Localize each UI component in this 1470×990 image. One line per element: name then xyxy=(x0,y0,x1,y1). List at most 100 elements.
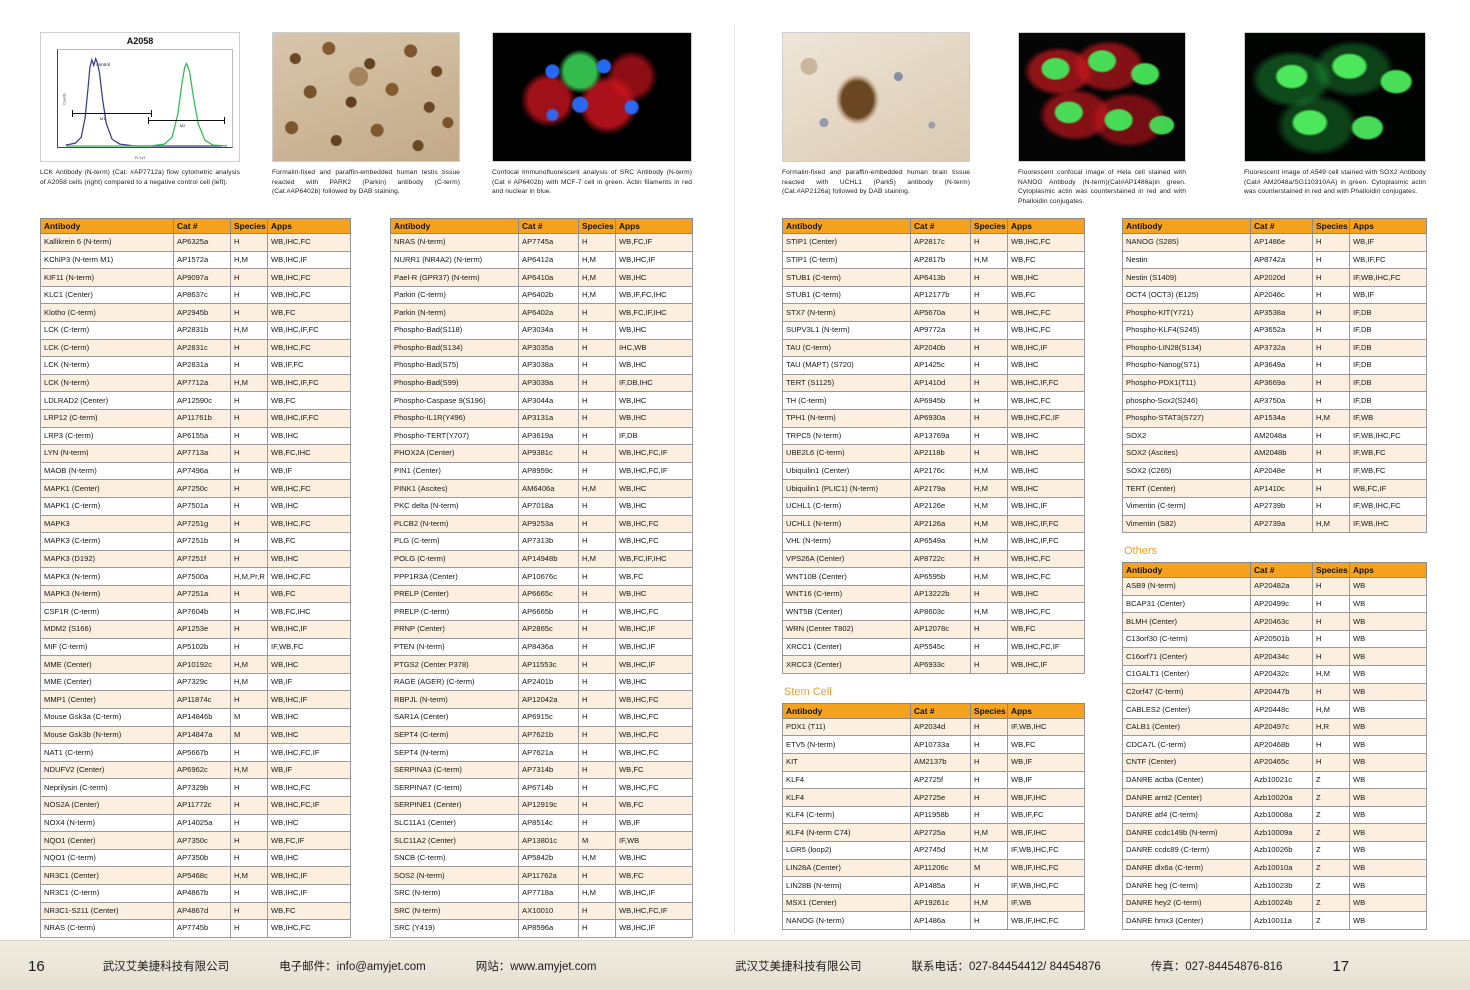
table-row: NAT1 (C-term)AP5667bHWB,IHC,FC,IF xyxy=(41,744,351,762)
gate-m2-bar xyxy=(148,120,225,121)
cell-apps: WB xyxy=(1350,701,1427,719)
cell-cat-number: AP20482a xyxy=(1251,578,1313,596)
cell-species: H xyxy=(579,445,616,463)
cell-cat-number: AP8637c xyxy=(174,286,231,304)
cell-species: H xyxy=(1313,234,1350,252)
cell-species: H xyxy=(579,603,616,621)
table-row: SEPT4 (C-term)AP7621bHWB,IHC,FC xyxy=(391,726,693,744)
cell-antibody: WNT10B (Center) xyxy=(783,568,911,586)
cell-antibody: CNTF (Center) xyxy=(1123,754,1251,772)
table-row: SNCB (C-term)AP5842bH,MWB,IHC xyxy=(391,849,693,867)
cell-cat-number: AP14025a xyxy=(174,814,231,832)
col-header-cat: Cat # xyxy=(1251,563,1313,578)
cell-apps: WB,FC xyxy=(268,392,351,410)
cell-antibody: BLMH (Center) xyxy=(1123,613,1251,631)
table-row: Phospho-KIT(Y721)AP3538aHIF,DB xyxy=(1123,304,1427,322)
cell-cat-number: AP6413b xyxy=(911,269,971,287)
cell-apps: WB xyxy=(1350,718,1427,736)
table-row: NR3C1 (C-term)AP4867bHWB,IHC,IF xyxy=(41,884,351,902)
cell-antibody: CABLES2 (Center) xyxy=(1123,701,1251,719)
cell-species: H xyxy=(231,814,268,832)
col-header-species: Species xyxy=(971,703,1008,718)
cell-apps: WB,IHC,FC,IF xyxy=(616,462,693,480)
cell-cat-number: AP3034a xyxy=(519,321,579,339)
table-header-row: Antibody Cat # Species Apps xyxy=(391,219,693,234)
cell-species: H xyxy=(231,462,268,480)
cell-cat-number: AP11762a xyxy=(519,867,579,885)
gate-m1-bar xyxy=(72,113,152,114)
cell-apps: WB xyxy=(1350,789,1427,807)
cell-antibody: Parkin (N-term) xyxy=(391,304,519,322)
table-row: DANRE actba (Center)Azb10021cZWB xyxy=(1123,771,1427,789)
cell-antibody: VPS26A (Center) xyxy=(783,550,911,568)
table-header-row: Antibody Cat # Species Apps xyxy=(41,219,351,234)
cell-cat-number: AP6412a xyxy=(519,251,579,269)
cell-species: H xyxy=(231,234,268,252)
cell-species: H,M xyxy=(579,884,616,902)
cell-antibody: XRCC1 (Center) xyxy=(783,638,911,656)
table-row: MAPK1 (Center)AP7250cHWB,IHC,FC xyxy=(41,480,351,498)
cell-species: H xyxy=(1313,251,1350,269)
cell-antibody: TAU (C-term) xyxy=(783,339,911,357)
table-row: SERPINE1 (Center)AP12919cHWB,FC xyxy=(391,797,693,815)
cell-apps: WB xyxy=(1350,754,1427,772)
cell-species: H xyxy=(971,771,1008,789)
cell-antibody: DANRE hmx3 (Center) xyxy=(1123,912,1251,930)
cell-cat-number: AP3039a xyxy=(519,374,579,392)
table-row: BLMH (Center)AP20463cHWB xyxy=(1123,613,1427,631)
cell-antibody: POLG (C-term) xyxy=(391,550,519,568)
cell-apps: WB xyxy=(1350,578,1427,596)
table-row: KLC1 (Center)AP8637cHWB,IHC,FC xyxy=(41,286,351,304)
cell-cat-number: AP12919c xyxy=(519,797,579,815)
cell-apps: IF,WB,IHC,FC xyxy=(1008,842,1085,860)
table-row: SOX2AM2048aHIF,WB,IHC,FC xyxy=(1123,427,1427,445)
cell-species: Z xyxy=(1313,859,1350,877)
figure-caption: Formalin-fixed and paraffin-embedded hum… xyxy=(272,168,460,197)
table-row: phospho-Sox2(S246)AP3750aHIF,DB xyxy=(1123,392,1427,410)
table-row: MIF (C-term)AP5102bHIF,WB,FC xyxy=(41,638,351,656)
cell-antibody: LRP12 (C-term) xyxy=(41,409,174,427)
cell-cat-number: AX10010 xyxy=(519,902,579,920)
cell-cat-number: AP2118b xyxy=(911,445,971,463)
table-row: KLF4 (C-term)AP11958bHWB,IF,FC xyxy=(783,806,1085,824)
cell-apps: WB,IHC,IF,FC xyxy=(1008,374,1085,392)
figure-caption: Confocal Immunofluorescent analysis of S… xyxy=(492,168,692,197)
cell-apps: WB,IHC,IF xyxy=(268,251,351,269)
cell-species: H xyxy=(1313,754,1350,772)
table-row: LYN (N-term)AP7713aHWB,FC,IHC xyxy=(41,445,351,463)
cell-species: H xyxy=(579,797,616,815)
cell-species: Z xyxy=(1313,877,1350,895)
col-header-cat: Cat # xyxy=(1251,219,1313,234)
cell-species: H xyxy=(971,736,1008,754)
cell-antibody: Parkin (C-term) xyxy=(391,286,519,304)
table-row: TH (C-term)AP6945bHWB,IHC,FC xyxy=(783,392,1085,410)
table-row: NOS2A (Center)AP11772cHWB,IHC,FC,IF xyxy=(41,797,351,815)
cell-apps: WB xyxy=(1350,842,1427,860)
cell-cat-number: AP11958b xyxy=(911,806,971,824)
cell-cat-number: AP2817b xyxy=(911,251,971,269)
col-header-species: Species xyxy=(1313,219,1350,234)
cell-species: H,M xyxy=(1313,701,1350,719)
cell-cat-number: AP7500a xyxy=(174,568,231,586)
table-row: DANRE arnt2 (Center)Azb10020aZWB xyxy=(1123,789,1427,807)
cell-species: Z xyxy=(1313,806,1350,824)
col-header-cat: Cat # xyxy=(911,219,971,234)
table-row: WNT16 (C-term)AP13222bHWB,IHC xyxy=(783,585,1085,603)
cell-antibody: WNT16 (C-term) xyxy=(783,585,911,603)
table-row: MME (Center)AP7329cH,MWB,IF xyxy=(41,673,351,691)
cell-species: H xyxy=(1313,304,1350,322)
antibody-table-stem-cell: Antibody Cat # Species Apps PDX1 (T11)AP… xyxy=(782,703,1085,930)
table-row: Phospho-Bad(S75)AP3038aHWB,IHC xyxy=(391,357,693,375)
cell-antibody: KLF4 xyxy=(783,789,911,807)
cell-cat-number: AP11761b xyxy=(174,409,231,427)
cell-antibody: SNCB (C-term) xyxy=(391,849,519,867)
table-row: NANOG (S285)AP1486eHWB,IF xyxy=(1123,234,1427,252)
col-header-antibody: Antibody xyxy=(783,703,911,718)
cell-antibody: SEPT4 (N-term) xyxy=(391,744,519,762)
cell-cat-number: AP8514c xyxy=(519,814,579,832)
cell-species: H xyxy=(231,621,268,639)
cell-apps: WB xyxy=(1350,877,1427,895)
cell-species: H,M,Pr,R xyxy=(231,568,268,586)
cell-cat-number: AP6945b xyxy=(911,392,971,410)
cell-species: H xyxy=(231,797,268,815)
